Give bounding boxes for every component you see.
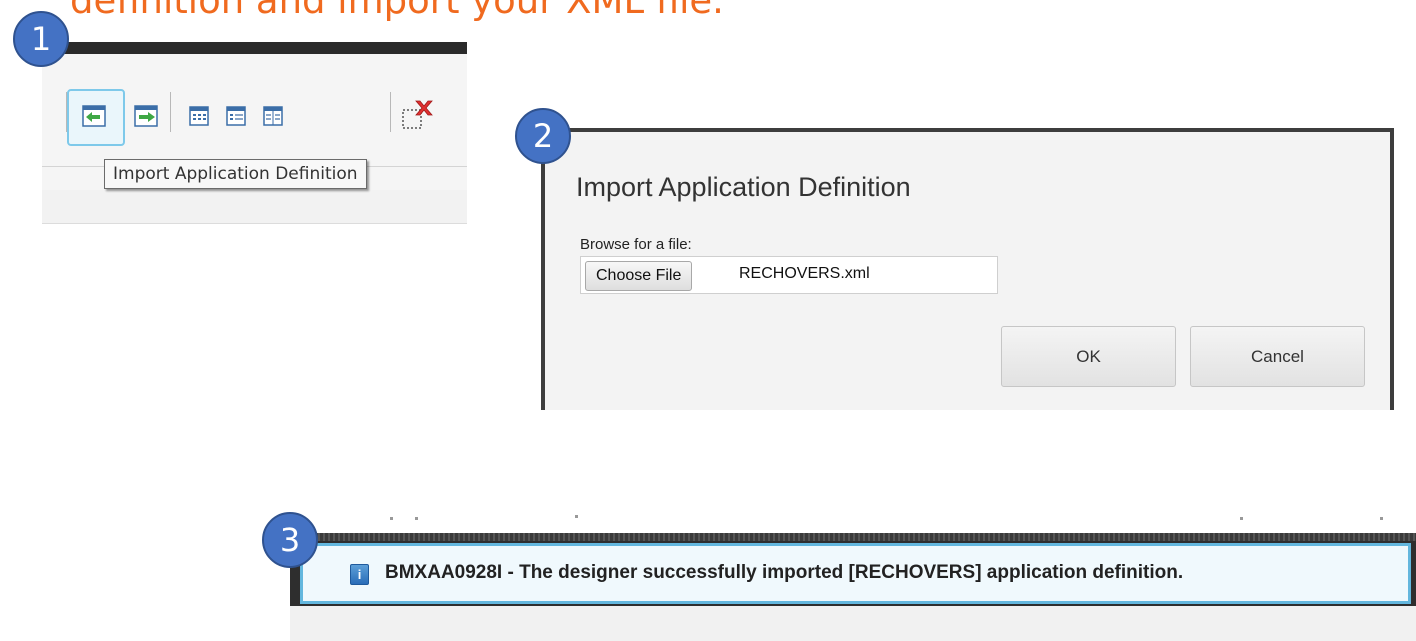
ok-button[interactable]: OK xyxy=(1001,326,1176,387)
message-top-strip xyxy=(290,533,1416,541)
export-app-definition-icon[interactable] xyxy=(134,105,158,127)
import-dialog: Import Application Definition Browse for… xyxy=(541,128,1394,410)
table-icon[interactable] xyxy=(189,106,209,126)
toolbar-separator xyxy=(390,92,391,132)
success-message: i BMXAA0928I - The designer successfully… xyxy=(300,543,1411,604)
info-icon: i xyxy=(350,564,369,585)
step-badge-2: 2 xyxy=(515,108,571,164)
step-badge-3: 3 xyxy=(262,512,318,568)
instruction-heading: definition and import your XML file. xyxy=(70,0,724,22)
columns-icon[interactable] xyxy=(263,106,283,126)
delete-icon[interactable] xyxy=(400,98,436,134)
choose-file-button[interactable]: Choose File xyxy=(585,261,693,291)
selected-file-name: RECHOVERS.xml xyxy=(739,265,870,282)
file-input[interactable]: Choose File RECHOVERS.xml xyxy=(580,256,998,294)
message-panel: i BMXAA0928I - The designer successfully… xyxy=(290,533,1416,641)
section-icon[interactable] xyxy=(226,106,246,126)
toolbar-top-bar xyxy=(42,42,467,54)
import-tooltip: Import Application Definition xyxy=(104,159,367,189)
toolbar-separator xyxy=(170,92,171,132)
browse-label: Browse for a file: xyxy=(580,236,692,253)
cancel-button[interactable]: Cancel xyxy=(1190,326,1365,387)
import-app-definition-icon[interactable] xyxy=(82,105,106,127)
toolbar-panel: Import Application Definition xyxy=(42,42,467,224)
message-text: BMXAA0928I - The designer successfully i… xyxy=(385,562,1184,583)
dialog-title: Import Application Definition xyxy=(576,172,911,202)
step-badge-1: 1 xyxy=(13,11,69,67)
